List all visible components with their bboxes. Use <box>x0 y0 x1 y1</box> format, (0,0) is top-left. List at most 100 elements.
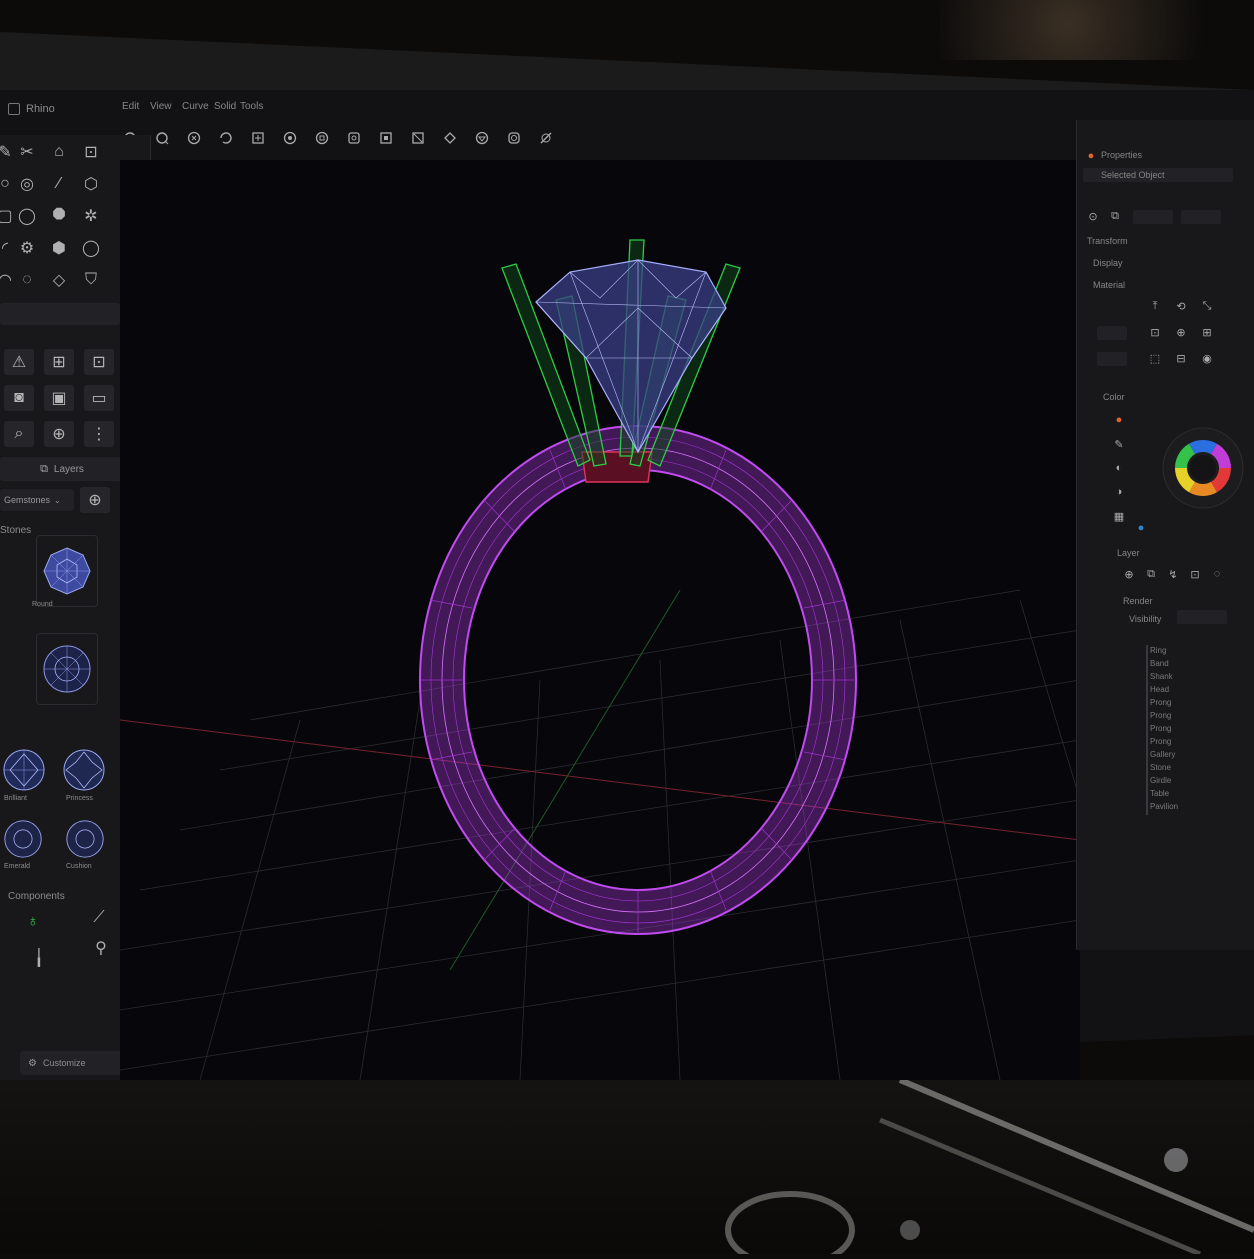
layer-move-icon[interactable]: ↯ <box>1165 566 1181 582</box>
curve-tool-icon[interactable]: ◠ <box>0 269 16 291</box>
filter-icon[interactable]: ⊙ <box>1085 208 1101 224</box>
line-tool-icon[interactable]: ⁄ <box>48 173 70 195</box>
toggle-field[interactable] <box>1133 210 1173 224</box>
close-circle-icon[interactable] <box>182 126 206 150</box>
layer-copy-icon[interactable]: ⧉ <box>1143 566 1159 582</box>
shield-icon[interactable]: ⛉ <box>80 269 102 291</box>
project-icon[interactable] <box>406 126 430 150</box>
ellipse-tool-icon[interactable]: ◯ <box>16 205 38 227</box>
search-icon[interactable]: ⌕ <box>4 421 34 447</box>
tree-item[interactable]: Stone <box>1150 763 1171 772</box>
pencil-icon[interactable]: ✎ <box>0 141 16 163</box>
bail-icon[interactable]: ♁ <box>22 911 44 933</box>
palette-icon[interactable]: ◐ <box>1111 460 1127 476</box>
frame-icon[interactable]: ⊡ <box>84 349 114 375</box>
polygon-tool-icon[interactable]: ⬡ <box>80 173 102 195</box>
snap-axis-icon[interactable]: ⊞ <box>1199 324 1215 340</box>
menu-edit[interactable]: Edit <box>122 101 139 112</box>
layer-lock-icon[interactable]: ⊡ <box>1187 566 1203 582</box>
render-icon[interactable] <box>502 126 526 150</box>
trim-icon[interactable]: ✂ <box>16 141 38 163</box>
boolean-icon[interactable] <box>310 126 334 150</box>
rotate-axis-icon[interactable]: ⟲ <box>1173 298 1189 314</box>
circle-outline-icon[interactable]: ◯ <box>80 237 102 259</box>
y-value-field[interactable] <box>1097 352 1127 366</box>
layers-button[interactable]: ⧉ Layers <box>0 457 124 481</box>
diamond-tool-icon[interactable]: ◇ <box>48 269 70 291</box>
gem-card-oval[interactable] <box>36 633 98 705</box>
warning-icon[interactable]: ⚠ <box>4 349 34 375</box>
tree-item[interactable]: Table <box>1150 789 1169 798</box>
layer-add-icon[interactable]: ⊕ <box>1121 566 1137 582</box>
menu-view[interactable]: View <box>150 101 172 112</box>
lock-axis-icon[interactable]: ⊡ <box>1147 324 1163 340</box>
tree-item[interactable]: Gallery <box>1150 750 1175 759</box>
ring-tool-icon[interactable]: ◎ <box>16 173 38 195</box>
distribute-icon[interactable]: ⊟ <box>1173 350 1189 366</box>
menu-tools[interactable]: Tools <box>240 101 263 112</box>
circle-tool-icon[interactable]: ○ <box>0 173 16 195</box>
menu-solid[interactable]: Solid <box>214 101 236 112</box>
eye-icon[interactable]: ◉ <box>1199 350 1215 366</box>
mode-field[interactable] <box>1181 210 1221 224</box>
shape-dropdown[interactable]: Gemstones ⌄ <box>0 489 74 511</box>
move-axis-icon[interactable]: ⤒ <box>1147 298 1163 314</box>
move-icon[interactable] <box>246 126 270 150</box>
more-icon[interactable]: ⋮ <box>84 421 114 447</box>
tree-item[interactable]: Prong <box>1150 711 1171 720</box>
scale-icon[interactable] <box>278 126 302 150</box>
image-icon[interactable]: ▣ <box>44 385 74 411</box>
lasso-icon[interactable] <box>150 126 174 150</box>
gear-icon[interactable]: ⚙ <box>16 237 38 259</box>
brush-icon[interactable]: ● <box>1133 520 1149 536</box>
scale-axis-icon[interactable]: ⤡ <box>1199 298 1215 314</box>
tree-item[interactable]: Shank <box>1150 672 1173 681</box>
swatch-icon[interactable]: ● <box>1111 412 1127 428</box>
menu-curve[interactable]: Curve <box>182 101 209 112</box>
princess-gem-icon[interactable] <box>62 748 106 792</box>
measure-icon[interactable] <box>534 126 558 150</box>
tree-item[interactable]: Band <box>1150 659 1169 668</box>
arc-tool-icon[interactable]: ◜ <box>0 237 16 259</box>
tweezers-icon[interactable]: ⟋ <box>88 907 110 929</box>
cushion-gem-icon[interactable] <box>65 819 105 859</box>
add-gem-button[interactable]: ⊕ <box>80 487 110 513</box>
x-value-field[interactable] <box>1097 326 1127 340</box>
octagon-tool-icon[interactable]: ⯃ <box>48 205 70 227</box>
tree-item[interactable]: Prong <box>1150 737 1171 746</box>
align-icon[interactable]: ⬚ <box>1147 350 1163 366</box>
tree-item[interactable]: Girdle <box>1150 776 1171 785</box>
page-icon[interactable]: ▭ <box>84 385 114 411</box>
tree-item[interactable]: Ring <box>1150 646 1166 655</box>
gem-icon[interactable] <box>470 126 494 150</box>
emerald-gem-icon[interactable] <box>3 819 43 859</box>
camera-icon[interactable]: ◙ <box>4 385 34 411</box>
color-wheel-icon[interactable] <box>1155 420 1251 516</box>
point-tool-icon[interactable]: ◌ <box>16 269 38 291</box>
tree-item[interactable]: Prong <box>1150 724 1171 733</box>
tool-search-field[interactable] <box>0 303 120 325</box>
pin-axis-icon[interactable]: ⊕ <box>1173 324 1189 340</box>
star-tool-icon[interactable]: ✲ <box>80 205 102 227</box>
tag-icon[interactable]: ⌂ <box>48 141 70 163</box>
gradient-icon[interactable]: ◑ <box>1111 484 1127 500</box>
tree-item[interactable]: Pavilion <box>1150 802 1178 811</box>
tree-item[interactable]: Prong <box>1150 698 1171 707</box>
app-tab[interactable]: Rhino <box>8 98 98 120</box>
hexagon-tool-icon[interactable]: ⬢ <box>48 237 70 259</box>
mirror-icon[interactable] <box>342 126 366 150</box>
square-tool-icon[interactable]: ▢ <box>0 205 16 227</box>
visibility-field[interactable] <box>1177 610 1227 624</box>
grid-icon[interactable]: ⊞ <box>44 349 74 375</box>
3d-viewport[interactable] <box>119 160 1081 1081</box>
copy-icon[interactable]: ⧉ <box>1107 208 1123 224</box>
layer-hide-icon[interactable]: ◌ <box>1209 566 1225 582</box>
snap-icon[interactable] <box>438 126 462 150</box>
clasp-icon[interactable]: ⚲ <box>90 937 112 959</box>
array-icon[interactable] <box>374 126 398 150</box>
pin-icon[interactable]: ╽ <box>28 947 50 969</box>
zoom-icon[interactable]: ⊕ <box>44 421 74 447</box>
gem-card-round[interactable] <box>36 535 98 607</box>
eyedropper-icon[interactable]: ✎ <box>1111 436 1127 452</box>
brilliant-gem-icon[interactable] <box>2 748 46 792</box>
